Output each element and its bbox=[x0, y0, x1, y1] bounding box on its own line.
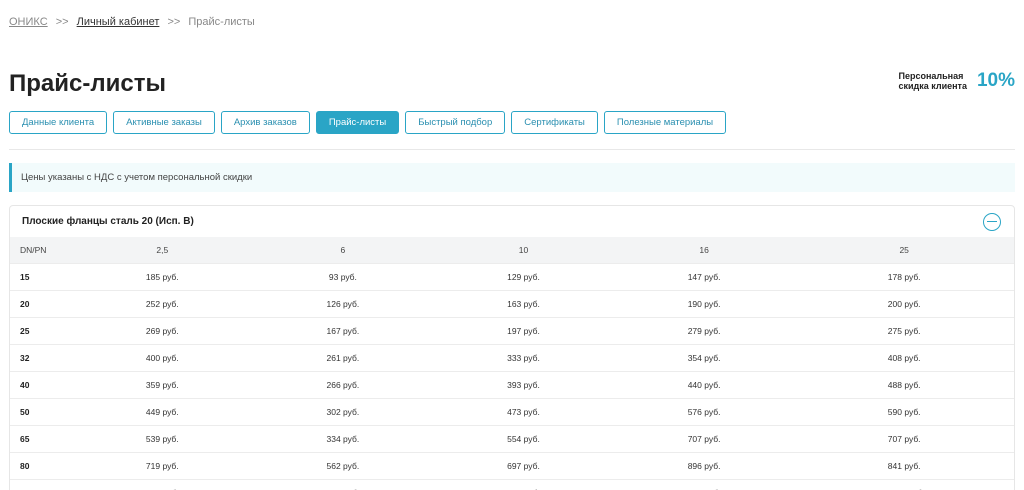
price-cell: 266 руб. bbox=[252, 370, 434, 398]
price-list-panel: Плоские фланцы сталь 20 (Исп. В) DN/PN 2… bbox=[9, 205, 1015, 490]
dn-cell: 40 bbox=[10, 370, 72, 398]
price-cell: 261 руб. bbox=[252, 343, 434, 371]
price-cell: 971 руб. bbox=[613, 478, 795, 490]
discount-label-line2: скидка клиента bbox=[898, 81, 967, 91]
discount-value: 10% bbox=[976, 70, 1015, 91]
tab-price-lists[interactable]: Прайс-листы bbox=[315, 111, 400, 134]
column-header: 16 bbox=[699, 244, 709, 255]
price-cell: 126 руб. bbox=[252, 289, 434, 317]
breadcrumb: ОНИКС >> Личный кабинет >> Прайс-листы bbox=[9, 16, 255, 28]
price-cell: 473 руб. bbox=[433, 397, 614, 425]
price-cell: 440 руб. bbox=[613, 370, 795, 398]
dn-cell: 20 bbox=[10, 289, 72, 317]
price-cell: 400 руб. bbox=[72, 343, 253, 371]
column-header: 10 bbox=[518, 244, 529, 255]
price-cell: 554 руб. bbox=[433, 424, 614, 452]
price-cell: 333 руб. bbox=[433, 343, 614, 371]
price-cell: 708 руб. bbox=[252, 478, 434, 490]
discount-label: Персональная скидка клиента bbox=[898, 71, 966, 91]
price-cell: 354 руб. bbox=[613, 343, 795, 371]
column-header: 6 bbox=[340, 244, 346, 255]
table-row: 100 890 руб. 708 руб. 819 руб. 971 руб. … bbox=[10, 478, 1014, 490]
table-row: 25 269 руб. 167 руб. 197 руб. 279 руб. 2… bbox=[10, 316, 1014, 344]
price-cell: 841 руб. bbox=[794, 451, 1014, 479]
breadcrumb-cabinet-link[interactable]: Личный кабинет bbox=[77, 16, 160, 28]
price-cell: 252 руб. bbox=[72, 289, 253, 317]
price-cell: 279 руб. bbox=[613, 316, 795, 344]
price-cell: 93 руб. bbox=[252, 262, 434, 290]
breadcrumb-home-link[interactable]: ОНИКС bbox=[9, 16, 48, 28]
price-table: DN/PN 2,5 6 10 16 25 15 185 руб. 93 руб.… bbox=[10, 237, 1014, 490]
price-cell: 539 руб. bbox=[72, 424, 253, 452]
price-cell: 129 руб. bbox=[433, 262, 614, 290]
tab-certificates[interactable]: Сертификаты bbox=[511, 111, 598, 134]
price-cell: 890 руб. bbox=[72, 478, 253, 490]
price-cell: 393 руб. bbox=[433, 370, 614, 398]
price-cell: 707 руб. bbox=[613, 424, 795, 452]
price-cell: 819 руб. bbox=[433, 478, 614, 490]
vat-notice-text: Цены указаны с НДС с учетом персональной… bbox=[21, 172, 253, 183]
discount-label-line1: Персональная bbox=[898, 71, 964, 81]
price-cell: 269 руб. bbox=[72, 316, 253, 344]
dn-cell: 80 bbox=[10, 451, 72, 479]
panel-title: Плоские фланцы сталь 20 (Исп. В) bbox=[22, 216, 194, 227]
table-header-row: DN/PN 2,5 6 10 16 25 bbox=[10, 237, 1014, 263]
price-cell: 449 руб. bbox=[72, 397, 253, 425]
price-cell: 167 руб. bbox=[252, 316, 434, 344]
tab-quick-selection[interactable]: Быстрый подбор bbox=[405, 111, 506, 134]
dn-cell: 100 bbox=[10, 478, 72, 490]
page-title: Прайс-листы bbox=[9, 70, 166, 97]
price-cell: 896 руб. bbox=[613, 451, 795, 479]
price-cell: 576 руб. bbox=[613, 397, 795, 425]
table-row: 50 449 руб. 302 руб. 473 руб. 576 руб. 5… bbox=[10, 397, 1014, 425]
price-cell: 302 руб. bbox=[252, 397, 434, 425]
tab-useful-materials[interactable]: Полезные материалы bbox=[603, 111, 727, 134]
dn-cell: 15 bbox=[10, 262, 72, 290]
table-row: 15 185 руб. 93 руб. 129 руб. 147 руб. 17… bbox=[10, 262, 1014, 290]
price-cell: 197 руб. bbox=[433, 316, 614, 344]
price-cell: 408 руб. bbox=[794, 343, 1014, 371]
price-cell: 707 руб. bbox=[794, 424, 1014, 452]
breadcrumb-current: Прайс-листы bbox=[188, 16, 255, 28]
price-cell: 359 руб. bbox=[72, 370, 253, 398]
panel-header[interactable]: Плоские фланцы сталь 20 (Исп. В) bbox=[10, 206, 1014, 237]
price-cell: 334 руб. bbox=[252, 424, 434, 452]
tab-client-data[interactable]: Данные клиента bbox=[9, 111, 108, 134]
price-cell: 562 руб. bbox=[252, 451, 434, 479]
table-row: 80 719 руб. 562 руб. 697 руб. 896 руб. 8… bbox=[10, 451, 1014, 479]
dn-cell: 50 bbox=[10, 397, 72, 425]
column-header: 25 bbox=[899, 244, 909, 255]
breadcrumb-separator: >> bbox=[167, 16, 181, 28]
account-tabs: Данные клиента Активные заказы Архив зак… bbox=[9, 111, 732, 134]
table-row: 65 539 руб. 334 руб. 554 руб. 707 руб. 7… bbox=[10, 424, 1014, 452]
breadcrumb-separator: >> bbox=[55, 16, 69, 28]
tab-active-orders[interactable]: Активные заказы bbox=[113, 111, 215, 134]
table-row: 20 252 руб. 126 руб. 163 руб. 190 руб. 2… bbox=[10, 289, 1014, 317]
price-cell: 488 руб. bbox=[794, 370, 1014, 398]
price-cell: 190 руб. bbox=[613, 289, 795, 317]
dn-cell: 65 bbox=[10, 424, 72, 452]
table-row: 40 359 руб. 266 руб. 393 руб. 440 руб. 4… bbox=[10, 370, 1014, 398]
dn-cell: 32 bbox=[10, 343, 72, 371]
price-cell: 178 руб. bbox=[794, 262, 1014, 290]
dn-cell: 25 bbox=[10, 316, 72, 344]
tab-orders-archive[interactable]: Архив заказов bbox=[220, 111, 310, 134]
divider bbox=[9, 149, 1015, 150]
price-cell: 697 руб. bbox=[433, 451, 614, 479]
price-cell: 590 руб. bbox=[794, 397, 1014, 425]
personal-discount: Персональная скидка клиента 10% bbox=[898, 70, 1015, 92]
column-header: 2,5 bbox=[156, 244, 169, 255]
vat-notice: Цены указаны с НДС с учетом персональной… bbox=[9, 163, 1015, 192]
column-header: DN/PN bbox=[20, 244, 47, 255]
price-cell: 147 руб. bbox=[613, 262, 795, 290]
price-cell: 200 руб. bbox=[794, 289, 1014, 317]
price-cell: 1 247 руб. bbox=[794, 478, 1014, 490]
collapse-minus-icon[interactable] bbox=[983, 212, 1001, 231]
price-cell: 719 руб. bbox=[72, 451, 253, 479]
price-cell: 275 руб. bbox=[794, 316, 1014, 344]
table-row: 32 400 руб. 261 руб. 333 руб. 354 руб. 4… bbox=[10, 343, 1014, 371]
price-cell: 185 руб. bbox=[72, 262, 253, 290]
price-cell: 163 руб. bbox=[433, 289, 614, 317]
